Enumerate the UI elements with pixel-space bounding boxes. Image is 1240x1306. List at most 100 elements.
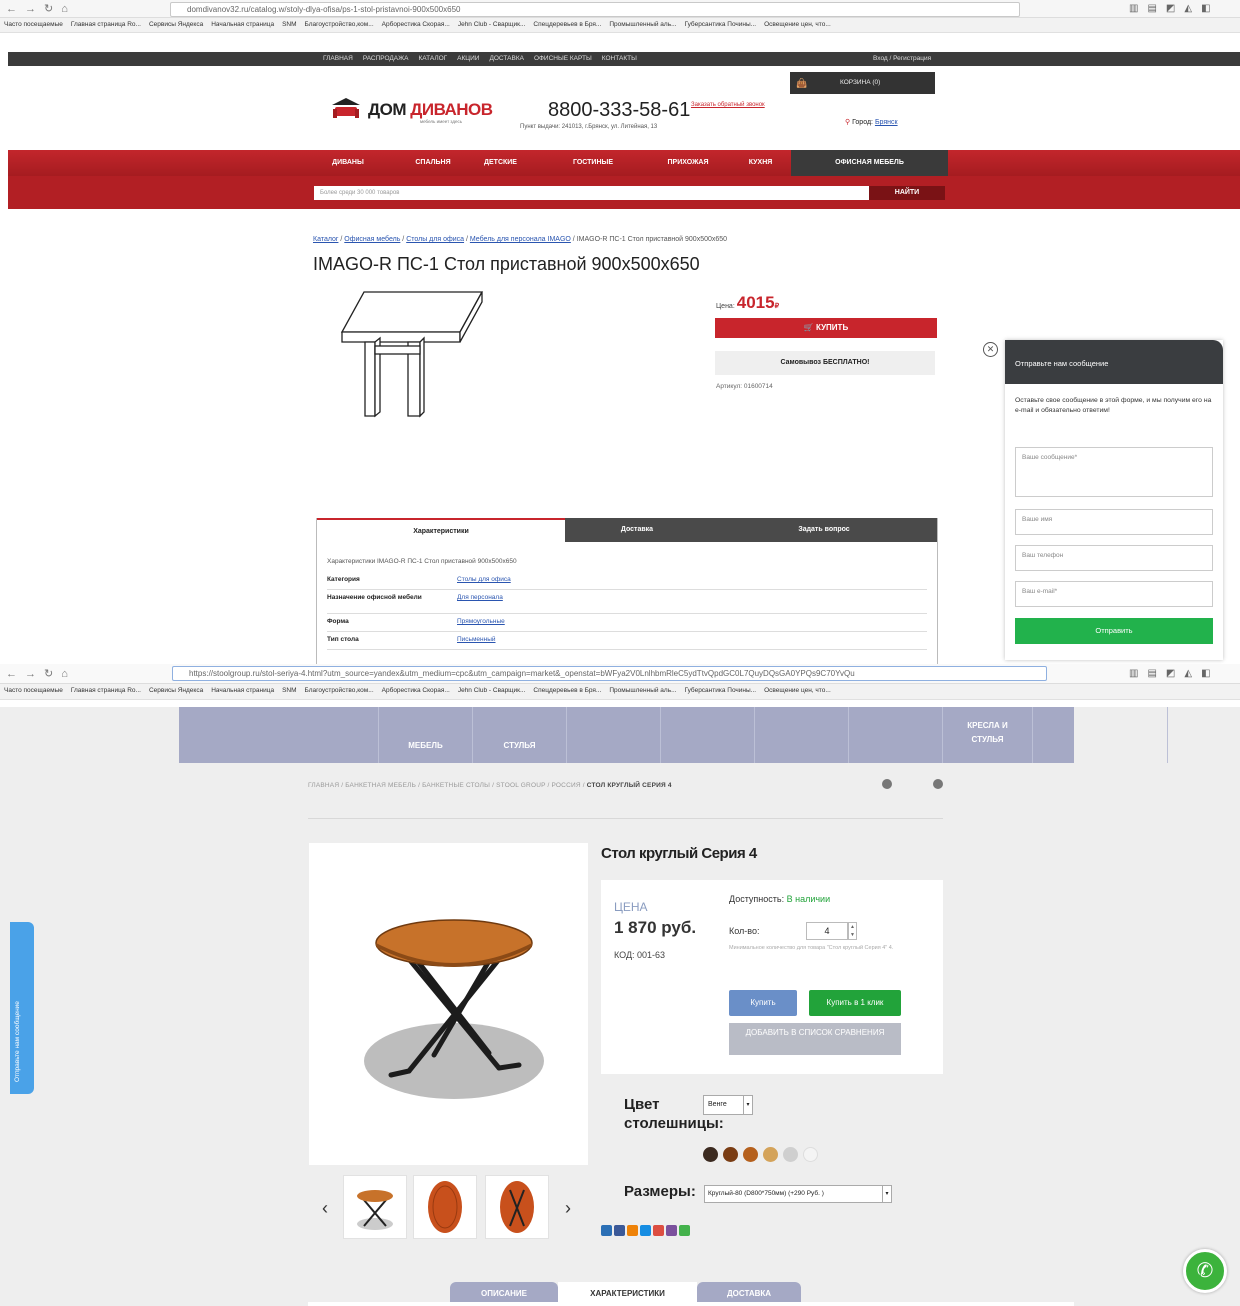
city-value[interactable]: Брянск [875,119,898,126]
reload-icon[interactable]: ↻ [44,2,53,15]
phone-number[interactable]: 8800-333-58-61 [548,99,690,122]
category-nav-item[interactable] [1033,707,1168,763]
top-menu-item[interactable]: ОФИСНЫЕ КАРТЫ [534,55,592,62]
user-icon[interactable]: ◭ [1184,3,1192,14]
odnoklassniki-icon[interactable] [627,1225,638,1236]
chat-name-input[interactable]: Ваше имя [1015,509,1213,535]
googleplus-icon[interactable] [653,1225,664,1236]
url-bar-2[interactable]: https://stoolgroup.ru/stol-seriya-4.html… [172,666,1047,681]
sidebar-icon[interactable]: ▤ [1147,3,1156,14]
category-nav-item[interactable] [279,707,379,763]
bookmark-item[interactable]: Благоустройство,ком... [305,687,374,694]
category-nav-item[interactable]: КРЕСЛА И СТУЛЬЯ [943,707,1033,763]
bookmark-item[interactable]: Спецдеревьев в Бря... [533,21,601,28]
library-icon[interactable]: ▥ [1129,668,1138,679]
top-menu-item[interactable]: КОНТАКТЫ [602,55,637,62]
cart-icon[interactable]: ◩ [1166,3,1175,14]
spec-value[interactable]: Письменный [457,636,496,643]
breadcrumb-link[interactable]: Столы для офиса [406,236,464,243]
chat-phone-input[interactable]: Ваш телефон [1015,545,1213,571]
color-swatch[interactable] [763,1147,778,1162]
size-select[interactable]: Круглый-80 (D800*750мм) (+290 Руб. ) ▾ [704,1185,892,1203]
nav-item[interactable]: ОФИСНАЯ МЕБЕЛЬ [791,150,948,176]
bookmark-item[interactable]: Начальная страница [211,687,274,694]
breadcrumb-link[interactable]: Каталог [313,236,338,243]
bookmark-item[interactable]: Губерсантика Почины... [685,21,757,28]
category-nav-item[interactable] [661,707,755,763]
next-product-icon[interactable] [933,779,943,789]
category-nav-item[interactable] [849,707,943,763]
top-menu-item[interactable]: КАТАЛОГ [418,55,447,62]
bookmark-item[interactable]: Арборестика Скорая... [382,21,450,28]
sidebar-icon[interactable]: ▤ [1147,668,1156,679]
top-menu-item[interactable]: ГЛАВНАЯ [323,55,353,62]
breadcrumb-link[interactable]: Мебель для персонала IMAGO [470,236,571,243]
bookmark-item[interactable]: Часто посещаемые [4,21,63,28]
color-swatch[interactable] [723,1147,738,1162]
spec-value[interactable]: Столы для офиса [457,576,511,583]
color-swatch[interactable] [743,1147,758,1162]
chat-message-input[interactable]: Ваше сообщение* [1015,447,1213,497]
extension-icon[interactable]: ◧ [1201,668,1210,679]
buy-one-click-button[interactable]: Купить в 1 клик [809,990,901,1016]
bookmark-item[interactable]: Сервисы Яндекса [149,21,203,28]
mailru-icon[interactable] [640,1225,651,1236]
thumb-next-arrow[interactable]: › [565,1198,571,1219]
thumbnail-2[interactable] [413,1175,477,1239]
home-icon[interactable]: ⌂ [61,668,68,680]
qty-stepper[interactable]: ▲ ▼ [848,922,857,940]
color-swatch[interactable] [803,1147,818,1162]
prev-product-icon[interactable] [882,779,892,789]
nav-item[interactable]: ГОСТИНЫЕ [553,150,633,176]
chat-send-button[interactable]: Отправить [1015,618,1213,644]
bookmark-item[interactable]: SNM [282,687,296,694]
city-selector[interactable]: ⚲ Город: Брянск [845,118,898,126]
bookmark-item[interactable]: Промышленный аль... [609,687,676,694]
home-icon[interactable]: ⌂ [61,3,68,15]
search-input[interactable]: Более среди 30 000 товаров [314,186,869,200]
user-icon[interactable]: ◭ [1184,668,1192,679]
side-message-widget[interactable]: Отправьте нам сообщение [10,922,34,1094]
bookmark-item[interactable]: Освещение цен, что... [764,687,831,694]
bookmark-item[interactable]: Начальная страница [211,21,274,28]
nav-item[interactable]: ДЕТСКИЕ [473,150,528,176]
nav-item[interactable]: ПРИХОЖАЯ [648,150,728,176]
library-icon[interactable]: ▥ [1129,3,1138,14]
buy-button-2[interactable]: Купить [729,990,797,1016]
bookmark-item[interactable]: Главная страница Ro... [71,21,141,28]
thumbnail-1[interactable] [343,1175,407,1239]
thumbnail-3[interactable] [485,1175,549,1239]
bookmark-item[interactable]: Губерсантика Почины... [685,687,757,694]
social-share-icon[interactable] [601,1225,612,1236]
bookmark-item[interactable]: Jehn Club - Сварщик... [458,21,526,28]
cart-icon[interactable]: ◩ [1166,668,1175,679]
buy-button[interactable]: 🛒 КУПИТЬ [715,318,937,338]
bookmark-item[interactable]: Jehn Club - Сварщик... [458,687,526,694]
color-swatch[interactable] [783,1147,798,1162]
tab-specs[interactable]: Характеристики [317,518,565,542]
forward-icon[interactable]: → [25,3,36,15]
breadcrumb-link[interactable]: Офисная мебель [344,236,400,243]
top-menu-item[interactable]: ДОСТАВКА [489,55,523,62]
thumb-prev-arrow[interactable]: ‹ [322,1198,328,1219]
cart-widget[interactable]: 👜 КОРЗИНА (0) [790,72,935,94]
top-menu-item[interactable]: АКЦИИ [457,55,479,62]
reload-icon[interactable]: ↻ [44,667,53,680]
back-icon[interactable]: ← [6,3,17,15]
category-nav-item[interactable] [567,707,661,763]
bookmark-item[interactable]: Промышленный аль... [609,21,676,28]
bookmark-item[interactable]: Арборестика Скорая... [382,687,450,694]
close-chat-icon[interactable]: ✕ [983,342,998,357]
top-menu-item[interactable]: РАСПРОДАЖА [363,55,409,62]
bookmark-item[interactable]: Благоустройство,ком... [305,21,374,28]
search-button[interactable]: НАЙТИ [869,186,945,200]
back-icon[interactable]: ← [6,668,17,680]
bookmark-item[interactable]: Часто посещаемые [4,687,63,694]
spec-value[interactable]: Для персонала [457,594,503,601]
forward-icon[interactable]: → [25,668,36,680]
viber-icon[interactable] [666,1225,677,1236]
color-swatch[interactable] [703,1147,718,1162]
phone-call-icon[interactable]: ✆ [1183,1249,1227,1293]
bookmark-item[interactable]: Освещение цен, что... [764,21,831,28]
callback-link[interactable]: Заказать обратный звонок [691,102,765,108]
